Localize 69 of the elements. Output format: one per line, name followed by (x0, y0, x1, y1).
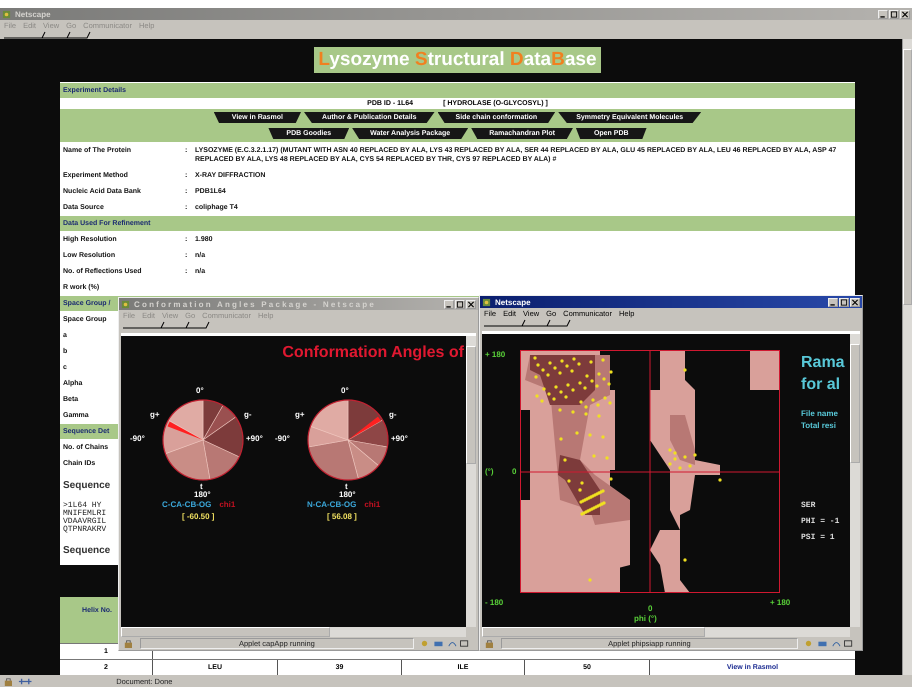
app-icon (121, 300, 130, 308)
angle-label: t (200, 482, 203, 491)
security-lock-icon[interactable] (123, 639, 134, 648)
scrollbar[interactable] (466, 336, 476, 627)
angle-label: -90° (130, 434, 145, 443)
atom-names: C-CA-CB-OG (162, 500, 212, 509)
sequence-line: MNIFEMLRI (63, 510, 106, 518)
app-icon (482, 298, 491, 306)
sequence-heading: Sequence (63, 480, 110, 491)
maximize-button[interactable] (889, 10, 899, 18)
axis-title: (°) (485, 467, 494, 476)
angle-label: g- (389, 410, 397, 419)
app-icon (2, 10, 11, 18)
angle-label: 180° (194, 490, 211, 499)
minimize-button[interactable] (828, 298, 838, 306)
residue-readout: PHI = -1 (801, 516, 840, 528)
close-button[interactable] (850, 298, 860, 306)
axis-tick: 0 (512, 467, 516, 476)
toolbar-grip-icon[interactable] (121, 321, 211, 329)
sequence-heading: Sequence (63, 545, 110, 556)
angle-label: t (345, 482, 348, 491)
security-lock-icon[interactable] (3, 676, 14, 686)
scrollbar[interactable] (850, 334, 860, 627)
toolbar-grip-icon[interactable] (482, 319, 572, 327)
plot-title: for al (801, 375, 842, 395)
angle-label: 0° (341, 386, 349, 395)
minimize-button[interactable] (878, 10, 888, 18)
angle-value: [ 56.08 ] (327, 512, 357, 521)
sequence-line: QTPNRAKRV (63, 526, 106, 534)
minimize-button[interactable] (444, 300, 454, 308)
angle-label: +90° (391, 434, 408, 443)
angle-label: 0° (196, 386, 204, 395)
window-title: Netscape (494, 298, 532, 306)
angle-label: g+ (150, 410, 160, 419)
toolbar-grip-icon[interactable] (2, 31, 92, 39)
axis-tick: 0 (648, 604, 652, 613)
maximize-button[interactable] (455, 300, 465, 308)
axis-tick: + 180 (770, 598, 790, 607)
security-lock-icon[interactable] (484, 639, 495, 648)
angle-label: +90° (246, 434, 263, 443)
plot-title: Rama (801, 353, 845, 373)
angle-name: chi1 (364, 500, 380, 509)
scrollbar[interactable] (482, 627, 850, 637)
plot-info: File name (801, 408, 839, 420)
close-button[interactable] (466, 300, 476, 308)
maximize-button[interactable] (839, 298, 849, 306)
applet-heading: Conformation Angles of (282, 344, 464, 362)
angle-name: chi1 (219, 500, 236, 509)
scrollbar[interactable] (121, 627, 466, 637)
scrollbar[interactable] (902, 39, 912, 675)
angle-label: g+ (295, 410, 305, 419)
angle-label: g- (244, 410, 252, 419)
sequence-line: >1L64 HY (63, 502, 102, 510)
window-title: Conformation Angles Package - Netscape (133, 300, 378, 308)
close-button[interactable] (900, 10, 910, 18)
plot-info: Total resi (801, 420, 837, 432)
axis-tick: - 180 (485, 598, 504, 607)
axis-title: phi (°) (634, 614, 657, 623)
residue-readout: PSI = 1 (801, 532, 836, 544)
angle-value: [ -60.50 ] (182, 512, 214, 521)
angle-label: 180° (339, 490, 356, 499)
axis-tick: + 180 (485, 350, 506, 359)
connection-icon (18, 676, 32, 686)
residue-readout: SER (801, 500, 816, 512)
sequence-line: VDAAVRGIL (63, 518, 106, 526)
site-banner: Lysozyme Structural DataBase (314, 47, 601, 73)
window-title: Netscape (14, 10, 52, 18)
atom-names: N-CA-CB-OG (307, 500, 356, 509)
angle-label: -90° (275, 434, 290, 443)
